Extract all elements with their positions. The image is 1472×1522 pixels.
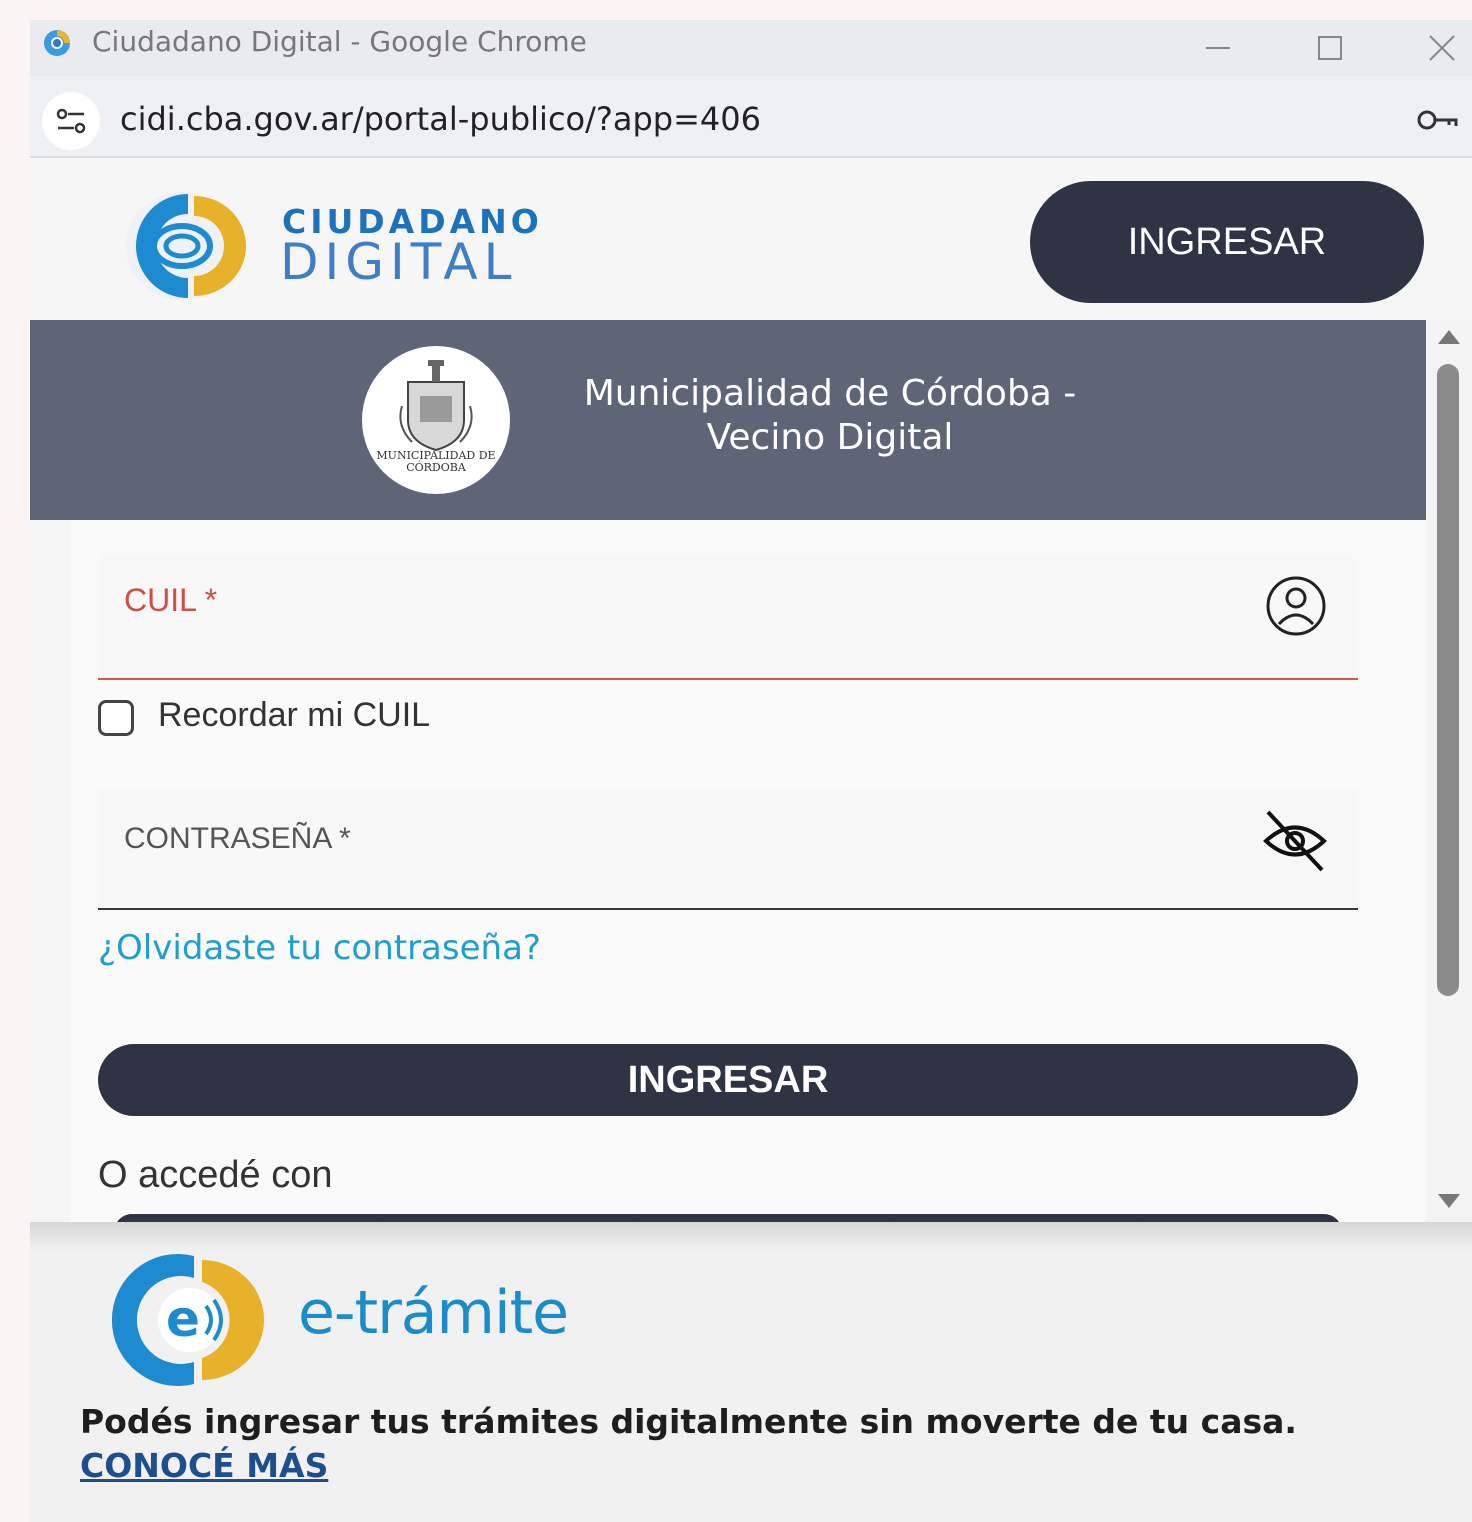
eye-off-icon[interactable] [1260,806,1330,876]
alt-login-button-partial[interactable] [114,1214,1342,1222]
ciudadano-digital-logo-icon [126,192,246,300]
banner-title-line1: Municipalidad de Córdoba - [583,373,1077,414]
maximize-icon [1318,36,1342,60]
etramite-brand: e-trámite [298,1278,569,1348]
close-button[interactable] [1422,28,1462,68]
password-label: CONTRASEÑA * [124,822,351,855]
page-content: CIUDADANO DIGITAL INGRESAR MUNICIPALIDAD… [30,158,1472,1222]
conoce-mas-link[interactable]: CONOCÉ MÁS [80,1446,328,1485]
alt-login-label: O accedé con [98,1154,333,1196]
browser-window: Ciudadano Digital - Google Chrome cidi.c… [30,20,1472,1222]
url-text[interactable]: cidi.cba.gov.ar/portal-publico/?app=406 [120,94,761,144]
chrome-logo-icon [44,30,70,56]
minimize-button[interactable] [1198,28,1238,68]
scroll-up-arrow-icon[interactable] [1438,330,1460,344]
remember-cuil-checkbox[interactable] [98,700,134,736]
key-icon[interactable] [1414,100,1462,140]
banner-title: Municipalidad de Córdoba - Vecino Digita… [550,372,1110,460]
app-banner: MUNICIPALIDAD DE CÓRDOBA Municipalidad d… [30,320,1426,520]
close-icon [1429,35,1455,61]
login-form: CUIL * Recordar mi CUIL CONTRASEÑA * ¿Ol… [70,520,1426,1222]
minimize-icon [1206,47,1230,49]
address-bar: cidi.cba.gov.ar/portal-publico/?app=406 [30,76,1472,158]
user-icon [1266,576,1326,636]
scrollbar[interactable] [1426,320,1472,1222]
municipal-seal-text: MUNICIPALIDAD DE CÓRDOBA [376,449,496,474]
etramite-section: e e-trámite Podés ingresar tus trámites … [30,1222,1472,1522]
window-title: Ciudadano Digital - Google Chrome [92,25,587,58]
municipal-seal: MUNICIPALIDAD DE CÓRDOBA [362,346,510,494]
forgot-password-link[interactable]: ¿Olvidaste tu contraseña? [98,928,541,968]
promo-text: Podés ingresar tus trámites digitalmente… [80,1402,1297,1441]
svg-text:e: e [166,1290,200,1348]
header-login-button[interactable]: INGRESAR [1030,181,1424,303]
maximize-button[interactable] [1310,28,1350,68]
title-bar: Ciudadano Digital - Google Chrome [30,20,1472,76]
scroll-thumb[interactable] [1437,364,1459,996]
scroll-down-arrow-icon[interactable] [1438,1194,1460,1208]
cuil-field[interactable]: CUIL * [98,554,1358,680]
cuil-label: CUIL * [124,582,218,618]
password-field[interactable]: CONTRASEÑA * [98,788,1358,910]
site-info-icon [56,108,86,134]
brand-line2: DIGITAL [280,233,518,291]
site-info-button[interactable] [42,92,100,150]
submit-login-button[interactable]: INGRESAR [98,1044,1358,1116]
remember-cuil-label[interactable]: Recordar mi CUIL [158,696,430,735]
window-shadow [30,1222,1472,1252]
etramite-logo-icon: e [111,1254,264,1386]
banner-title-line2: Vecino Digital [706,417,954,458]
